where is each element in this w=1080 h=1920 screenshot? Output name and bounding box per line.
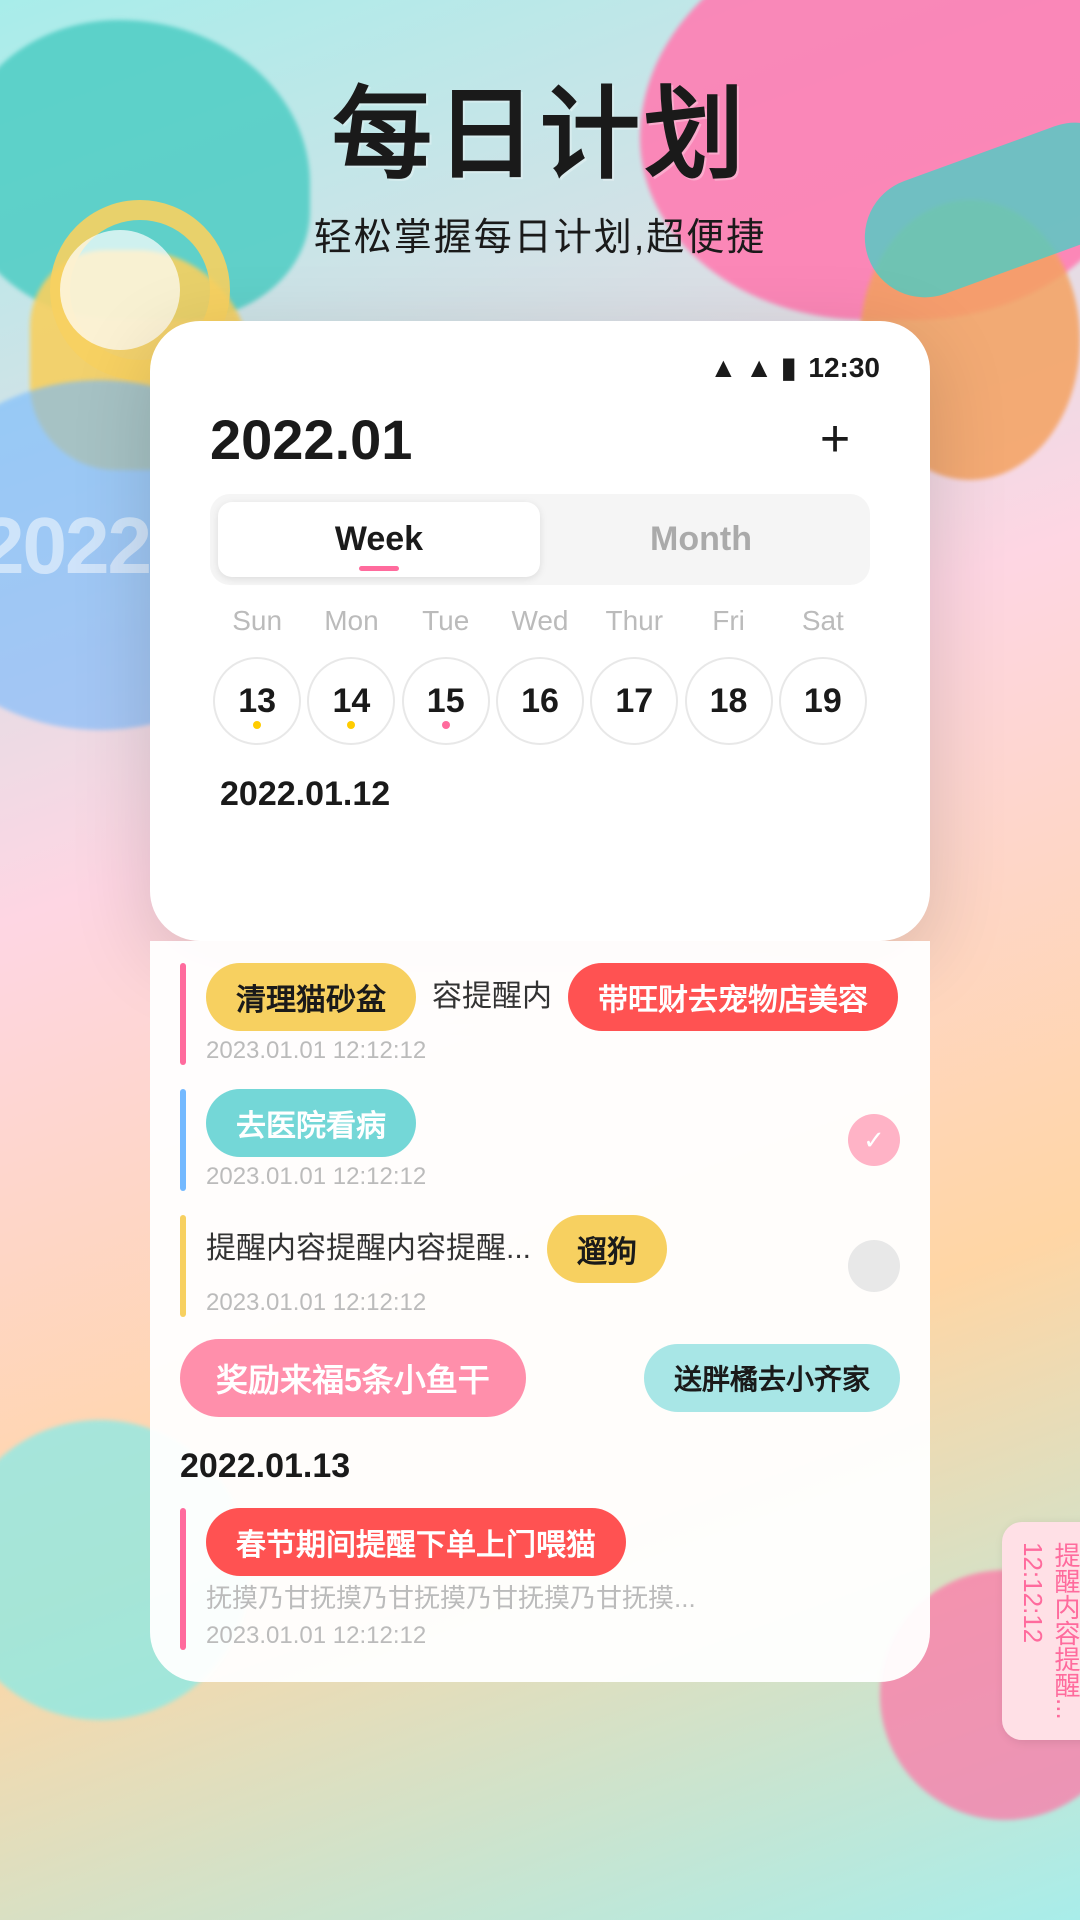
task-tag-spring-festival[interactable]: 春节期间提醒下单上门喂猫 <box>206 1508 626 1576</box>
task-text-3: 提醒内容提醒内容提醒... <box>206 1228 531 1270</box>
task-line-1 <box>180 963 186 1065</box>
task-tag-litter[interactable]: 清理猫砂盆 <box>206 963 416 1031</box>
day-17[interactable]: 17 <box>590 657 678 745</box>
task-row-1: 清理猫砂盆 容提醒内 带旺财去宠物店美容 2023.01.01 12:12:12 <box>150 951 930 1077</box>
day-19[interactable]: 19 <box>779 657 867 745</box>
weekday-sun: Sun <box>217 605 297 637</box>
task-meta-1: 2023.01.01 12:12:12 <box>206 1037 900 1065</box>
floating-badge-fish[interactable]: 奖励来福5条小鱼干 <box>180 1339 526 1417</box>
task-check-empty-3[interactable] <box>848 1240 900 1292</box>
weekday-thu: Thur <box>594 605 674 637</box>
weekday-wed: Wed <box>500 605 580 637</box>
day-14[interactable]: 14 <box>307 657 395 745</box>
weekday-tue: Tue <box>406 605 486 637</box>
floating-badge-cat[interactable]: 送胖橘去小齐家 <box>644 1344 900 1412</box>
task-tags-row-2: 去医院看病 <box>206 1089 848 1157</box>
app-subtitle: 轻松掌握每日计划,超便捷 <box>0 206 1080 261</box>
status-bar: ▲ ▲ ▮ 12:30 <box>190 351 890 394</box>
task-content-3: 提醒内容提醒内容提醒... 遛狗 2023.01.01 12:12:12 <box>206 1215 848 1317</box>
task-row-4: 春节期间提醒下单上门喂猫 抚摸乃甘抚摸乃甘抚摸乃甘抚摸乃甘抚摸... 2023.… <box>150 1496 930 1662</box>
wifi-icon: ▲ <box>710 352 738 384</box>
day-15[interactable]: 15 <box>402 657 490 745</box>
section-date-2: 2022.01.13 <box>150 1427 930 1496</box>
view-tab-switcher: Week Month <box>210 494 870 585</box>
weekday-mon: Mon <box>311 605 391 637</box>
weekday-headers: Sun Mon Tue Wed Thur Fri Sat <box>190 595 890 647</box>
deco-year: 2022 <box>0 500 150 592</box>
tasks-area: 清理猫砂盆 容提醒内 带旺财去宠物店美容 2023.01.01 12:12:12… <box>150 941 930 1682</box>
tab-month[interactable]: Month <box>540 502 862 577</box>
tab-underline <box>359 566 399 571</box>
weekday-sat: Sat <box>783 605 863 637</box>
day-18[interactable]: 18 <box>685 657 773 745</box>
status-icons: ▲ ▲ ▮ <box>710 351 797 384</box>
deco-side-tag: 提醒内容提醒... 12:12:12 <box>1002 1522 1080 1740</box>
task-text-4: 抚摸乃甘抚摸乃甘抚摸乃甘抚摸乃甘抚摸... <box>206 1580 900 1616</box>
day-dot-14 <box>347 721 355 729</box>
header-area: 每日计划 轻松掌握每日计划,超便捷 <box>0 0 1080 261</box>
task-row-2: 去医院看病 2023.01.01 12:12:12 ✓ <box>150 1077 930 1203</box>
task-row-3: 提醒内容提醒内容提醒... 遛狗 2023.01.01 12:12:12 <box>150 1203 930 1329</box>
section-date-1: 2022.01.12 <box>190 755 890 824</box>
battery-icon: ▮ <box>781 351 796 384</box>
task-content-2: 去医院看病 2023.01.01 12:12:12 <box>206 1089 848 1191</box>
task-meta-3: 2023.01.01 12:12:12 <box>206 1289 848 1317</box>
app-title: 每日计划 <box>0 80 1080 190</box>
tab-week[interactable]: Week <box>218 502 540 577</box>
task-text-1: 容提醒内 <box>432 976 552 1018</box>
day-13[interactable]: 13 <box>213 657 301 745</box>
status-time: 12:30 <box>808 352 880 384</box>
day-dot-15 <box>442 721 450 729</box>
task-line-3 <box>180 1215 186 1317</box>
task-tag-walk-dog[interactable]: 遛狗 <box>547 1215 667 1283</box>
task-tags-row-1: 清理猫砂盆 容提醒内 带旺财去宠物店美容 <box>206 963 900 1031</box>
day-dot-13 <box>253 721 261 729</box>
task-tags-row-3: 提醒内容提醒内容提醒... 遛狗 <box>206 1215 848 1283</box>
app-mockup: ▲ ▲ ▮ 12:30 2022.01 + Week Month Sun Mon… <box>150 321 930 941</box>
task-meta-4: 2023.01.01 12:12:12 <box>206 1622 900 1650</box>
day-16[interactable]: 16 <box>496 657 584 745</box>
task-tag-hospital[interactable]: 去医院看病 <box>206 1089 416 1157</box>
cal-header: 2022.01 + <box>190 394 890 484</box>
task-check-2[interactable]: ✓ <box>848 1114 900 1166</box>
signal-icon: ▲ <box>745 352 773 384</box>
task-line-2 <box>180 1089 186 1191</box>
task-line-4 <box>180 1508 186 1650</box>
weekday-fri: Fri <box>689 605 769 637</box>
add-event-button[interactable]: + <box>800 404 870 474</box>
cal-current-date: 2022.01 <box>210 407 412 472</box>
task-meta-2: 2023.01.01 12:12:12 <box>206 1163 848 1191</box>
task-content-1: 清理猫砂盆 容提醒内 带旺财去宠物店美容 2023.01.01 12:12:12 <box>206 963 900 1065</box>
task-tags-row-4: 春节期间提醒下单上门喂猫 <box>206 1508 900 1576</box>
task-tag-pet[interactable]: 带旺财去宠物店美容 <box>568 963 898 1031</box>
week-days-row: 13 14 15 16 17 18 19 <box>190 647 890 755</box>
task-content-4: 春节期间提醒下单上门喂猫 抚摸乃甘抚摸乃甘抚摸乃甘抚摸乃甘抚摸... 2023.… <box>206 1508 900 1650</box>
